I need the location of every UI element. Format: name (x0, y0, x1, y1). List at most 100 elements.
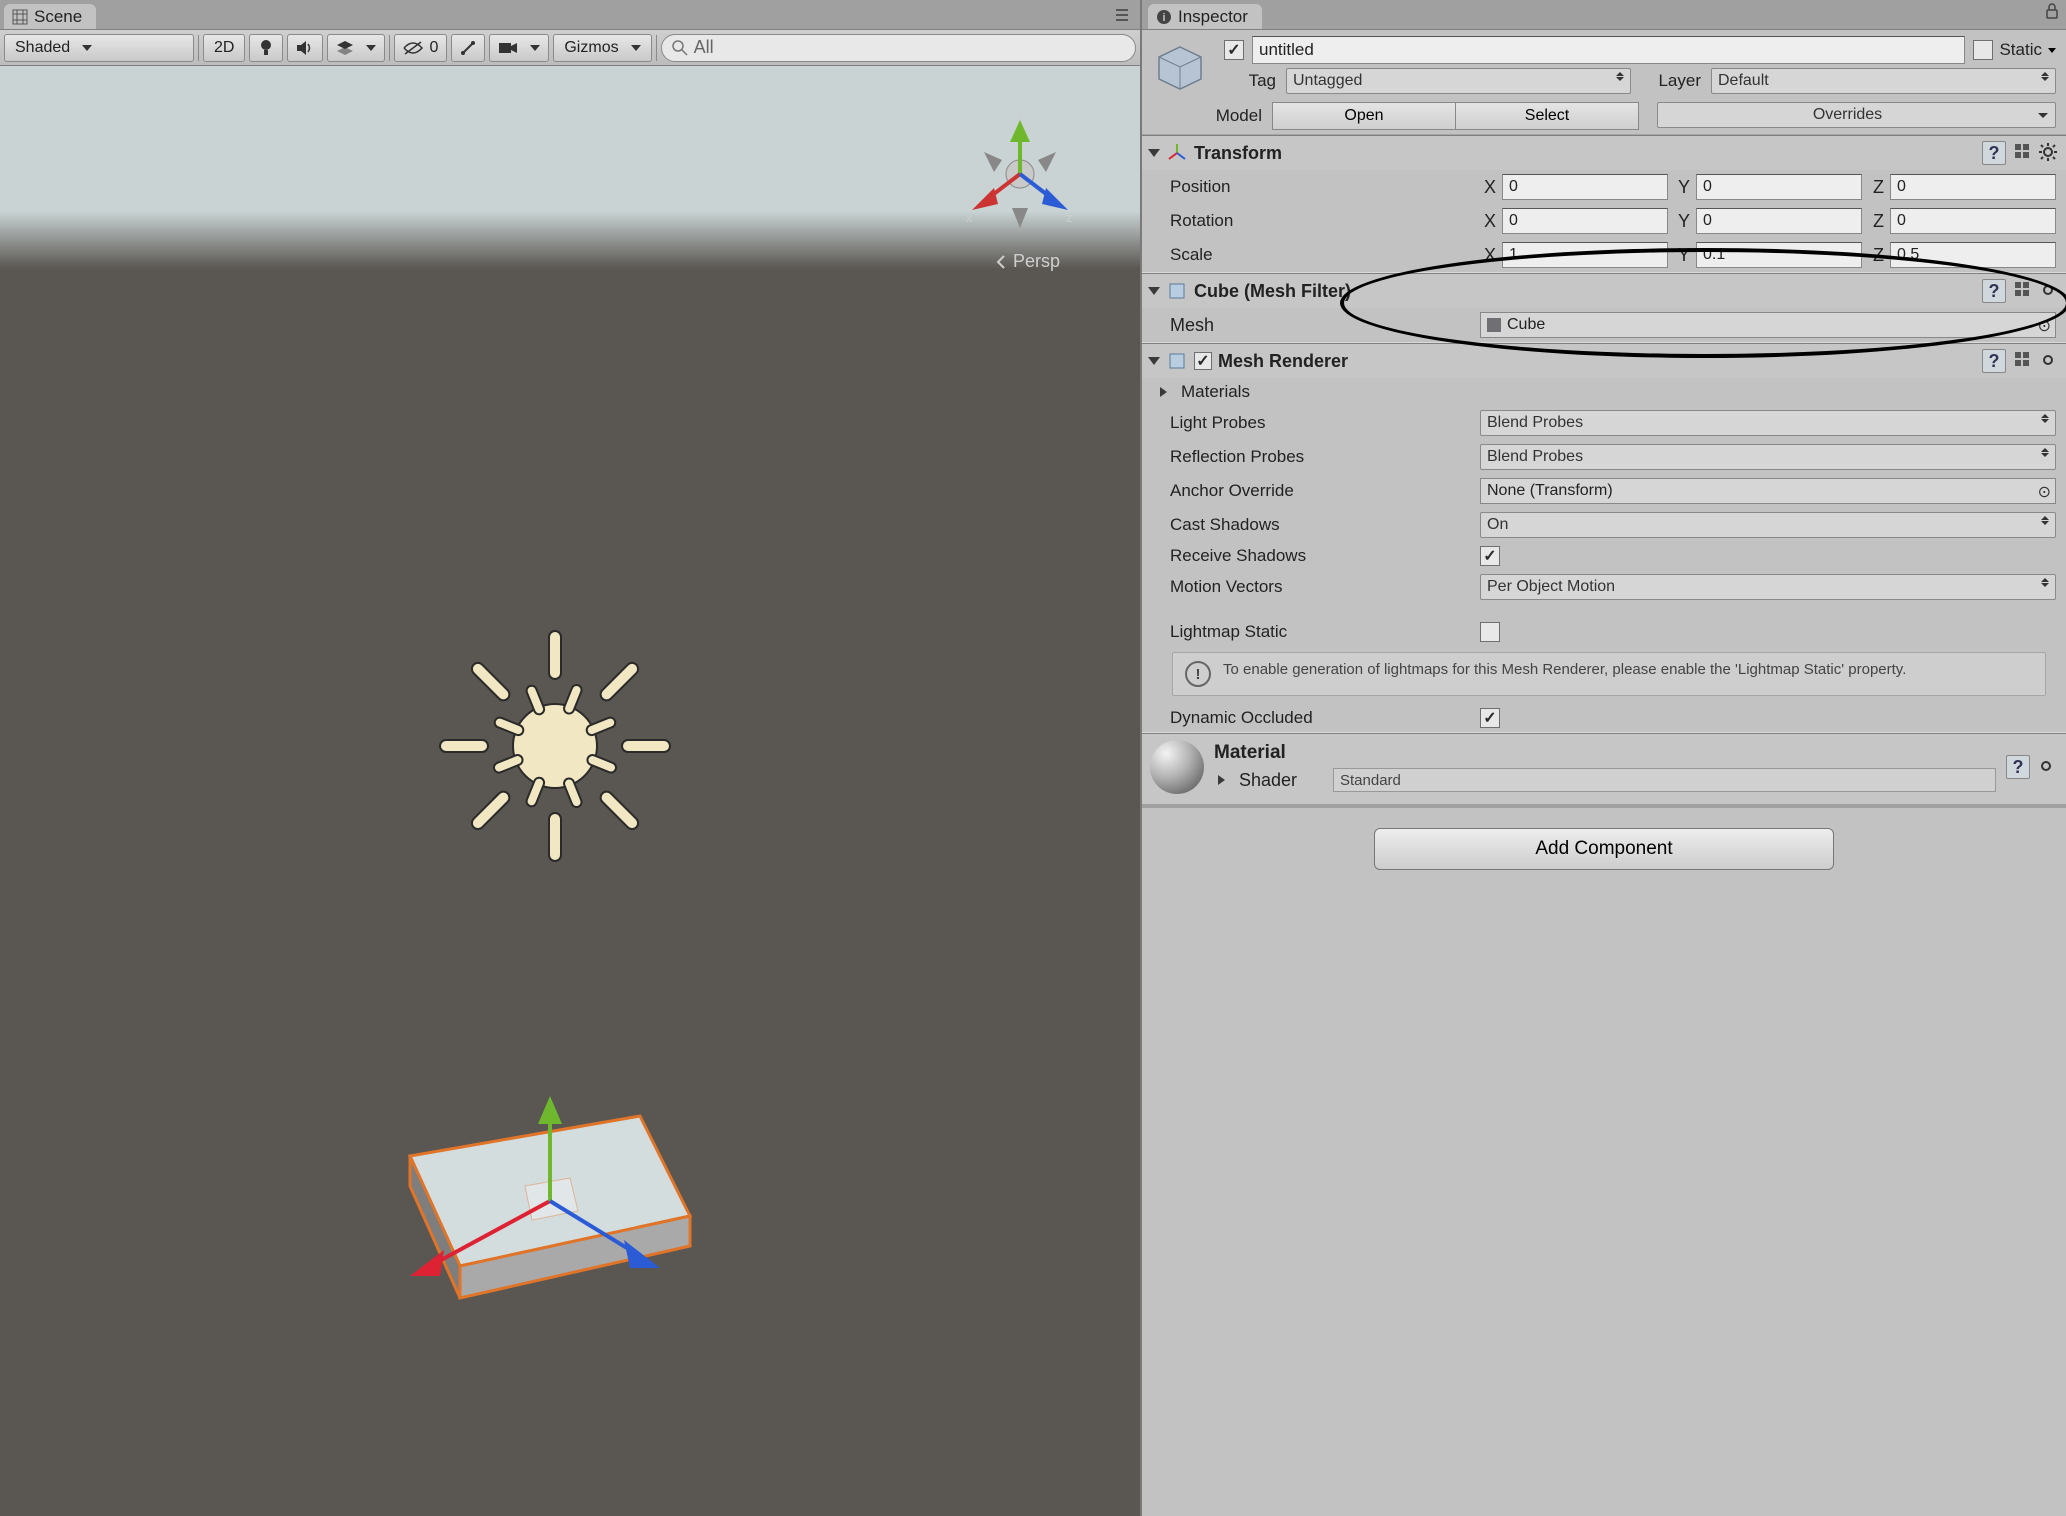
lock-icon[interactable] (2038, 0, 2066, 29)
select-button[interactable]: Select (1456, 102, 1639, 130)
add-component-button[interactable]: Add Component (1374, 828, 1834, 870)
position-z-field[interactable]: 0 (1890, 174, 2056, 200)
preset-icon[interactable] (2012, 279, 2032, 304)
panel-menu-icon[interactable] (1104, 7, 1134, 23)
eye-off-icon (403, 41, 423, 55)
mesh-label: Mesh (1170, 315, 1470, 336)
camera-mode-label[interactable]: Persp (995, 251, 1060, 272)
position-y-value: 0 (1703, 178, 1712, 196)
help-icon[interactable]: ? (1982, 279, 2006, 303)
help-icon[interactable]: ? (1982, 349, 2006, 373)
layer-value: Default (1718, 72, 1769, 90)
scale-x-field[interactable]: 1 (1502, 242, 1668, 268)
axis-y-label: Y (1674, 211, 1690, 232)
rotation-z-field[interactable]: 0 (1890, 208, 2056, 234)
tab-inspector[interactable]: i Inspector (1148, 4, 1262, 29)
gear-icon[interactable] (2038, 280, 2060, 302)
scene-search[interactable]: All (661, 34, 1136, 62)
selected-cube-gizmo[interactable] (310, 1036, 730, 1396)
static-toggle[interactable]: Static (1973, 40, 2056, 60)
position-x-field[interactable]: 0 (1502, 174, 1668, 200)
renderer-icon (1166, 350, 1188, 372)
fx-toggle[interactable] (327, 34, 385, 62)
lighting-toggle[interactable] (249, 34, 283, 62)
axis-y-label: Y (1674, 177, 1690, 198)
audio-toggle[interactable] (287, 34, 323, 62)
dynamic-occluded-checkbox[interactable] (1480, 708, 1500, 728)
2d-label: 2D (214, 39, 234, 57)
open-button[interactable]: Open (1272, 102, 1456, 130)
scale-y-value: 0.1 (1703, 246, 1725, 264)
active-checkbox[interactable] (1224, 40, 1244, 60)
gear-icon[interactable] (2038, 142, 2060, 164)
shading-mode-dropdown[interactable]: Shaded (4, 34, 194, 62)
dynamic-occluded-label: Dynamic Occluded (1170, 708, 1470, 728)
lightmap-static-label: Lightmap Static (1170, 622, 1470, 642)
tag-dropdown[interactable]: Untagged (1286, 68, 1631, 94)
help-icon[interactable]: ? (1982, 141, 2006, 165)
help-icon[interactable]: ? (2006, 755, 2030, 779)
orientation-gizmo[interactable]: y x z (960, 114, 1080, 234)
mesh-renderer-title: Mesh Renderer (1218, 351, 1348, 372)
gear-icon[interactable] (2036, 756, 2058, 778)
cast-shadows-value: On (1487, 516, 1508, 534)
tag-value: Untagged (1293, 72, 1362, 90)
foldout-icon[interactable] (1148, 149, 1160, 157)
preset-icon[interactable] (2012, 141, 2032, 166)
position-y-field[interactable]: 0 (1696, 174, 1862, 200)
info-icon: ! (1185, 661, 1211, 687)
static-checkbox[interactable] (1973, 40, 1993, 60)
audio-icon (296, 40, 314, 56)
light-icon (258, 39, 274, 57)
cast-shadows-dropdown[interactable]: On (1480, 512, 2056, 538)
directional-light-gizmo[interactable] (430, 621, 680, 871)
axis-z-label: Z (1868, 245, 1884, 266)
scale-y-field[interactable]: 0.1 (1696, 242, 1862, 268)
renderer-enabled-checkbox[interactable] (1194, 352, 1212, 370)
anchor-override-field[interactable]: None (Transform) (1480, 478, 2056, 504)
inspector-tab-row: i Inspector (1142, 0, 2066, 30)
persp-text: Persp (1013, 251, 1060, 272)
mesh-asset-icon (1487, 318, 1501, 332)
axis-z-label: Z (1868, 177, 1884, 198)
toolbar-divider (656, 35, 657, 61)
visibility-count[interactable]: 0 (394, 34, 447, 62)
layer-dropdown[interactable]: Default (1711, 68, 2056, 94)
shader-dropdown[interactable]: Standard (1333, 768, 1996, 792)
gameobject-cube-icon[interactable] (1154, 42, 1206, 94)
scale-x-value: 1 (1509, 246, 1518, 264)
preset-icon[interactable] (2012, 349, 2032, 374)
cast-shadows-label: Cast Shadows (1170, 515, 1470, 535)
rotation-y-field[interactable]: 0 (1696, 208, 1862, 234)
gear-icon[interactable] (2038, 350, 2060, 372)
foldout-icon[interactable] (1148, 287, 1160, 295)
receive-shadows-checkbox[interactable] (1480, 546, 1500, 566)
transform-title: Transform (1194, 143, 1282, 164)
material-foldout-icon[interactable] (1218, 775, 1225, 785)
rotation-x-field[interactable]: 0 (1502, 208, 1668, 234)
foldout-icon[interactable] (1148, 357, 1160, 365)
camera-toggle[interactable] (489, 34, 549, 62)
material-component: Material Shader Standard ? (1142, 733, 2066, 804)
toolbar-divider (198, 35, 199, 61)
name-field[interactable]: untitled (1252, 36, 1965, 64)
mesh-object-field[interactable]: Cube (1480, 312, 2056, 338)
tab-scene[interactable]: Scene (4, 4, 96, 29)
gizmos-dropdown[interactable]: Gizmos (553, 34, 651, 62)
lightmap-static-checkbox[interactable] (1480, 622, 1500, 642)
light-probes-dropdown[interactable]: Blend Probes (1480, 410, 2056, 436)
scene-viewport[interactable]: y x z Persp (0, 66, 1140, 1516)
materials-foldout-icon[interactable] (1160, 387, 1167, 397)
mesh-filter-title: Cube (Mesh Filter) (1194, 281, 1351, 302)
tag-label: Tag (1224, 71, 1276, 91)
axis-x-label: X (1480, 245, 1496, 266)
scale-z-field[interactable]: 0.5 (1890, 242, 2056, 268)
tools-toggle[interactable] (451, 34, 485, 62)
motion-vectors-dropdown[interactable]: Per Object Motion (1480, 574, 2056, 600)
lightmap-info-box: ! To enable generation of lightmaps for … (1172, 652, 2046, 696)
material-preview-icon[interactable] (1150, 740, 1204, 794)
overrides-dropdown[interactable]: Overrides (1657, 102, 2056, 128)
reflection-probes-dropdown[interactable]: Blend Probes (1480, 444, 2056, 470)
2d-toggle[interactable]: 2D (203, 34, 245, 62)
rotation-label: Rotation (1170, 211, 1470, 231)
